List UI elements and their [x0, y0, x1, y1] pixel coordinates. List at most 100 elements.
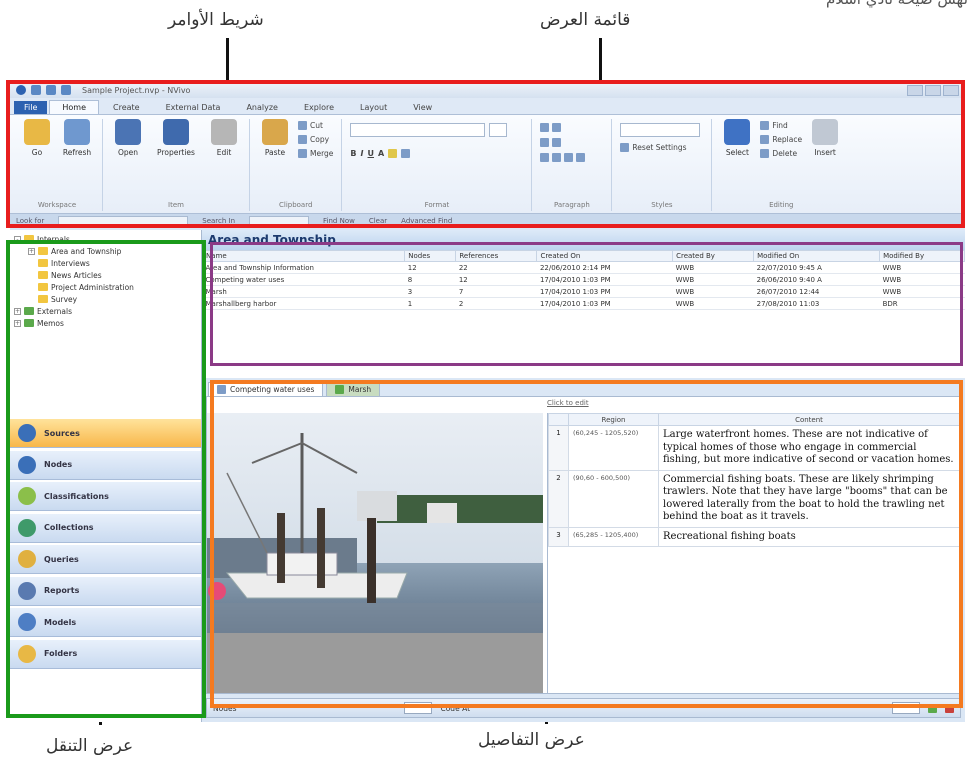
tree-item[interactable]: Survey [14, 293, 197, 305]
numbering-icon[interactable] [552, 123, 562, 132]
region-content[interactable]: Commercial fishing boats. These are like… [658, 469, 960, 528]
insert-button[interactable]: Insert [808, 119, 842, 211]
save-icon[interactable] [31, 85, 41, 95]
nav-button-models[interactable]: Models [10, 607, 201, 637]
region-row[interactable]: 2 (90,60 - 600,500) Commercial fishing boa… [548, 469, 960, 528]
coding-type-label[interactable]: Nodes [213, 704, 236, 713]
folder-icon [38, 295, 48, 303]
open-button[interactable]: Open [111, 119, 145, 211]
tab-external-data[interactable]: External Data [154, 101, 233, 114]
bold-button[interactable]: B [350, 149, 356, 158]
region-row[interactable]: 1 (60,245 - 1205,520) Large waterfront hom… [548, 425, 960, 471]
nav-button-collections[interactable]: Collections [10, 512, 201, 543]
doc-tab-marsh[interactable]: Marsh [326, 382, 381, 396]
cut-button[interactable]: Cut [298, 121, 333, 130]
merge-button[interactable]: Merge [298, 149, 333, 158]
search-in-select[interactable] [249, 216, 310, 226]
uncode-icon[interactable] [945, 703, 954, 713]
nav-button-nodes[interactable]: Nodes [10, 449, 201, 480]
tab-view[interactable]: View [401, 101, 444, 114]
redo-icon[interactable] [61, 85, 71, 95]
table-row[interactable]: Marsh 3 7 17/04/2010 1:03 PM WWB 26/07/2010 1… [202, 285, 965, 298]
nav-button-queries[interactable]: Queries [10, 544, 201, 574]
table-row[interactable]: Marshallberg harbor 1 2 17/04/2010 1:03 PM W… [202, 297, 965, 310]
tab-explore[interactable]: Explore [292, 101, 346, 114]
tab-analyze[interactable]: Analyze [234, 101, 290, 114]
column-header[interactable]: Created By [672, 250, 755, 262]
code-at-input[interactable] [892, 702, 920, 714]
tree-item[interactable]: + Externals [14, 305, 197, 317]
code-icon[interactable] [928, 703, 937, 713]
tree-item[interactable]: News Articles [14, 269, 197, 281]
nav-button-folders[interactable]: Folders [10, 638, 201, 669]
tree-item-label: Interviews [51, 258, 90, 268]
clear-format-icon[interactable] [401, 149, 411, 158]
column-header[interactable]: Nodes [404, 250, 457, 262]
nav-button-reports[interactable]: Reports [10, 575, 201, 606]
look-for-input[interactable] [58, 216, 189, 226]
reset-settings-button[interactable]: Reset Settings [620, 143, 703, 152]
find-button[interactable]: Find [760, 121, 802, 130]
region-content[interactable]: Recreational fishing boats [658, 526, 960, 547]
go-button[interactable]: Go [20, 119, 54, 211]
align-left-icon[interactable] [540, 153, 550, 162]
close-button[interactable] [943, 84, 959, 96]
table-row[interactable]: Competing water uses 8 12 17/04/2010 1:03 P… [202, 273, 965, 286]
region-column-header[interactable]: Region [568, 413, 659, 426]
column-header[interactable]: Name [201, 250, 406, 262]
nav-button-classifications[interactable]: Classifications [10, 481, 201, 511]
tree-item[interactable]: + Area and Township [14, 245, 197, 257]
copy-button[interactable]: Copy [298, 135, 333, 144]
tree-expander[interactable]: + [14, 307, 21, 315]
font-size-combo[interactable] [489, 123, 508, 137]
properties-button[interactable]: Properties [151, 119, 201, 211]
tree-expander[interactable]: + [28, 247, 35, 255]
paste-button[interactable]: Paste [258, 119, 292, 211]
column-header[interactable]: Modified On [753, 250, 881, 262]
table-row[interactable]: Area and Township Information 12 22 22/06/2… [202, 261, 965, 274]
align-center-icon[interactable] [552, 153, 562, 162]
font-color-button[interactable]: A [378, 149, 384, 158]
edit-button[interactable]: Edit [207, 119, 241, 211]
clear-button[interactable]: Clear [369, 217, 387, 225]
bullets-icon[interactable] [540, 123, 550, 132]
undo-icon[interactable] [46, 85, 56, 95]
select-button[interactable]: Select [720, 119, 754, 211]
refresh-button[interactable]: Refresh [60, 119, 94, 211]
tree-expander[interactable]: - [14, 235, 21, 243]
region-row[interactable]: 3 (65,285 - 1205,400) Recreational fishing… [548, 526, 960, 547]
advanced-find-button[interactable]: Advanced Find [401, 217, 452, 225]
tab-home[interactable]: Home [49, 100, 100, 114]
click-to-edit-link[interactable]: Click to edit [547, 399, 589, 407]
tree-item[interactable]: Interviews [14, 257, 197, 269]
tree-item[interactable]: + Memos [14, 317, 197, 329]
indent-decrease-icon[interactable] [540, 138, 550, 147]
doc-tab-competing-water-uses[interactable]: Competing water uses [208, 382, 324, 396]
node-selector[interactable] [404, 702, 433, 714]
replace-button[interactable]: Replace [760, 135, 802, 144]
tree-expander[interactable]: + [14, 319, 21, 327]
align-right-icon[interactable] [564, 153, 574, 162]
minimize-button[interactable] [907, 84, 923, 96]
region-content[interactable]: Large waterfront homes. These are not in… [658, 425, 960, 471]
underline-button[interactable]: U [368, 149, 375, 158]
delete-button[interactable]: Delete [760, 149, 802, 158]
find-now-button[interactable]: Find Now [323, 217, 355, 225]
style-combo[interactable] [620, 123, 701, 137]
justify-icon[interactable] [576, 153, 586, 162]
highlight-icon[interactable] [388, 149, 398, 158]
column-header[interactable]: References [455, 250, 538, 262]
nav-button-sources[interactable]: Sources [10, 418, 201, 448]
column-header[interactable]: Created On [536, 250, 674, 262]
tab-create[interactable]: Create [101, 101, 152, 114]
tab-layout[interactable]: Layout [348, 101, 399, 114]
tree-item[interactable]: Project Administration [14, 281, 197, 293]
content-column-header[interactable]: Content [658, 413, 960, 426]
indent-increase-icon[interactable] [552, 138, 562, 147]
tab-file[interactable]: File [14, 101, 48, 114]
maximize-button[interactable] [925, 84, 941, 96]
column-header[interactable]: Modified By [879, 250, 965, 262]
tree-item[interactable]: - Internals [14, 233, 197, 245]
font-name-combo[interactable] [350, 123, 486, 137]
italic-button[interactable]: I [361, 149, 364, 158]
